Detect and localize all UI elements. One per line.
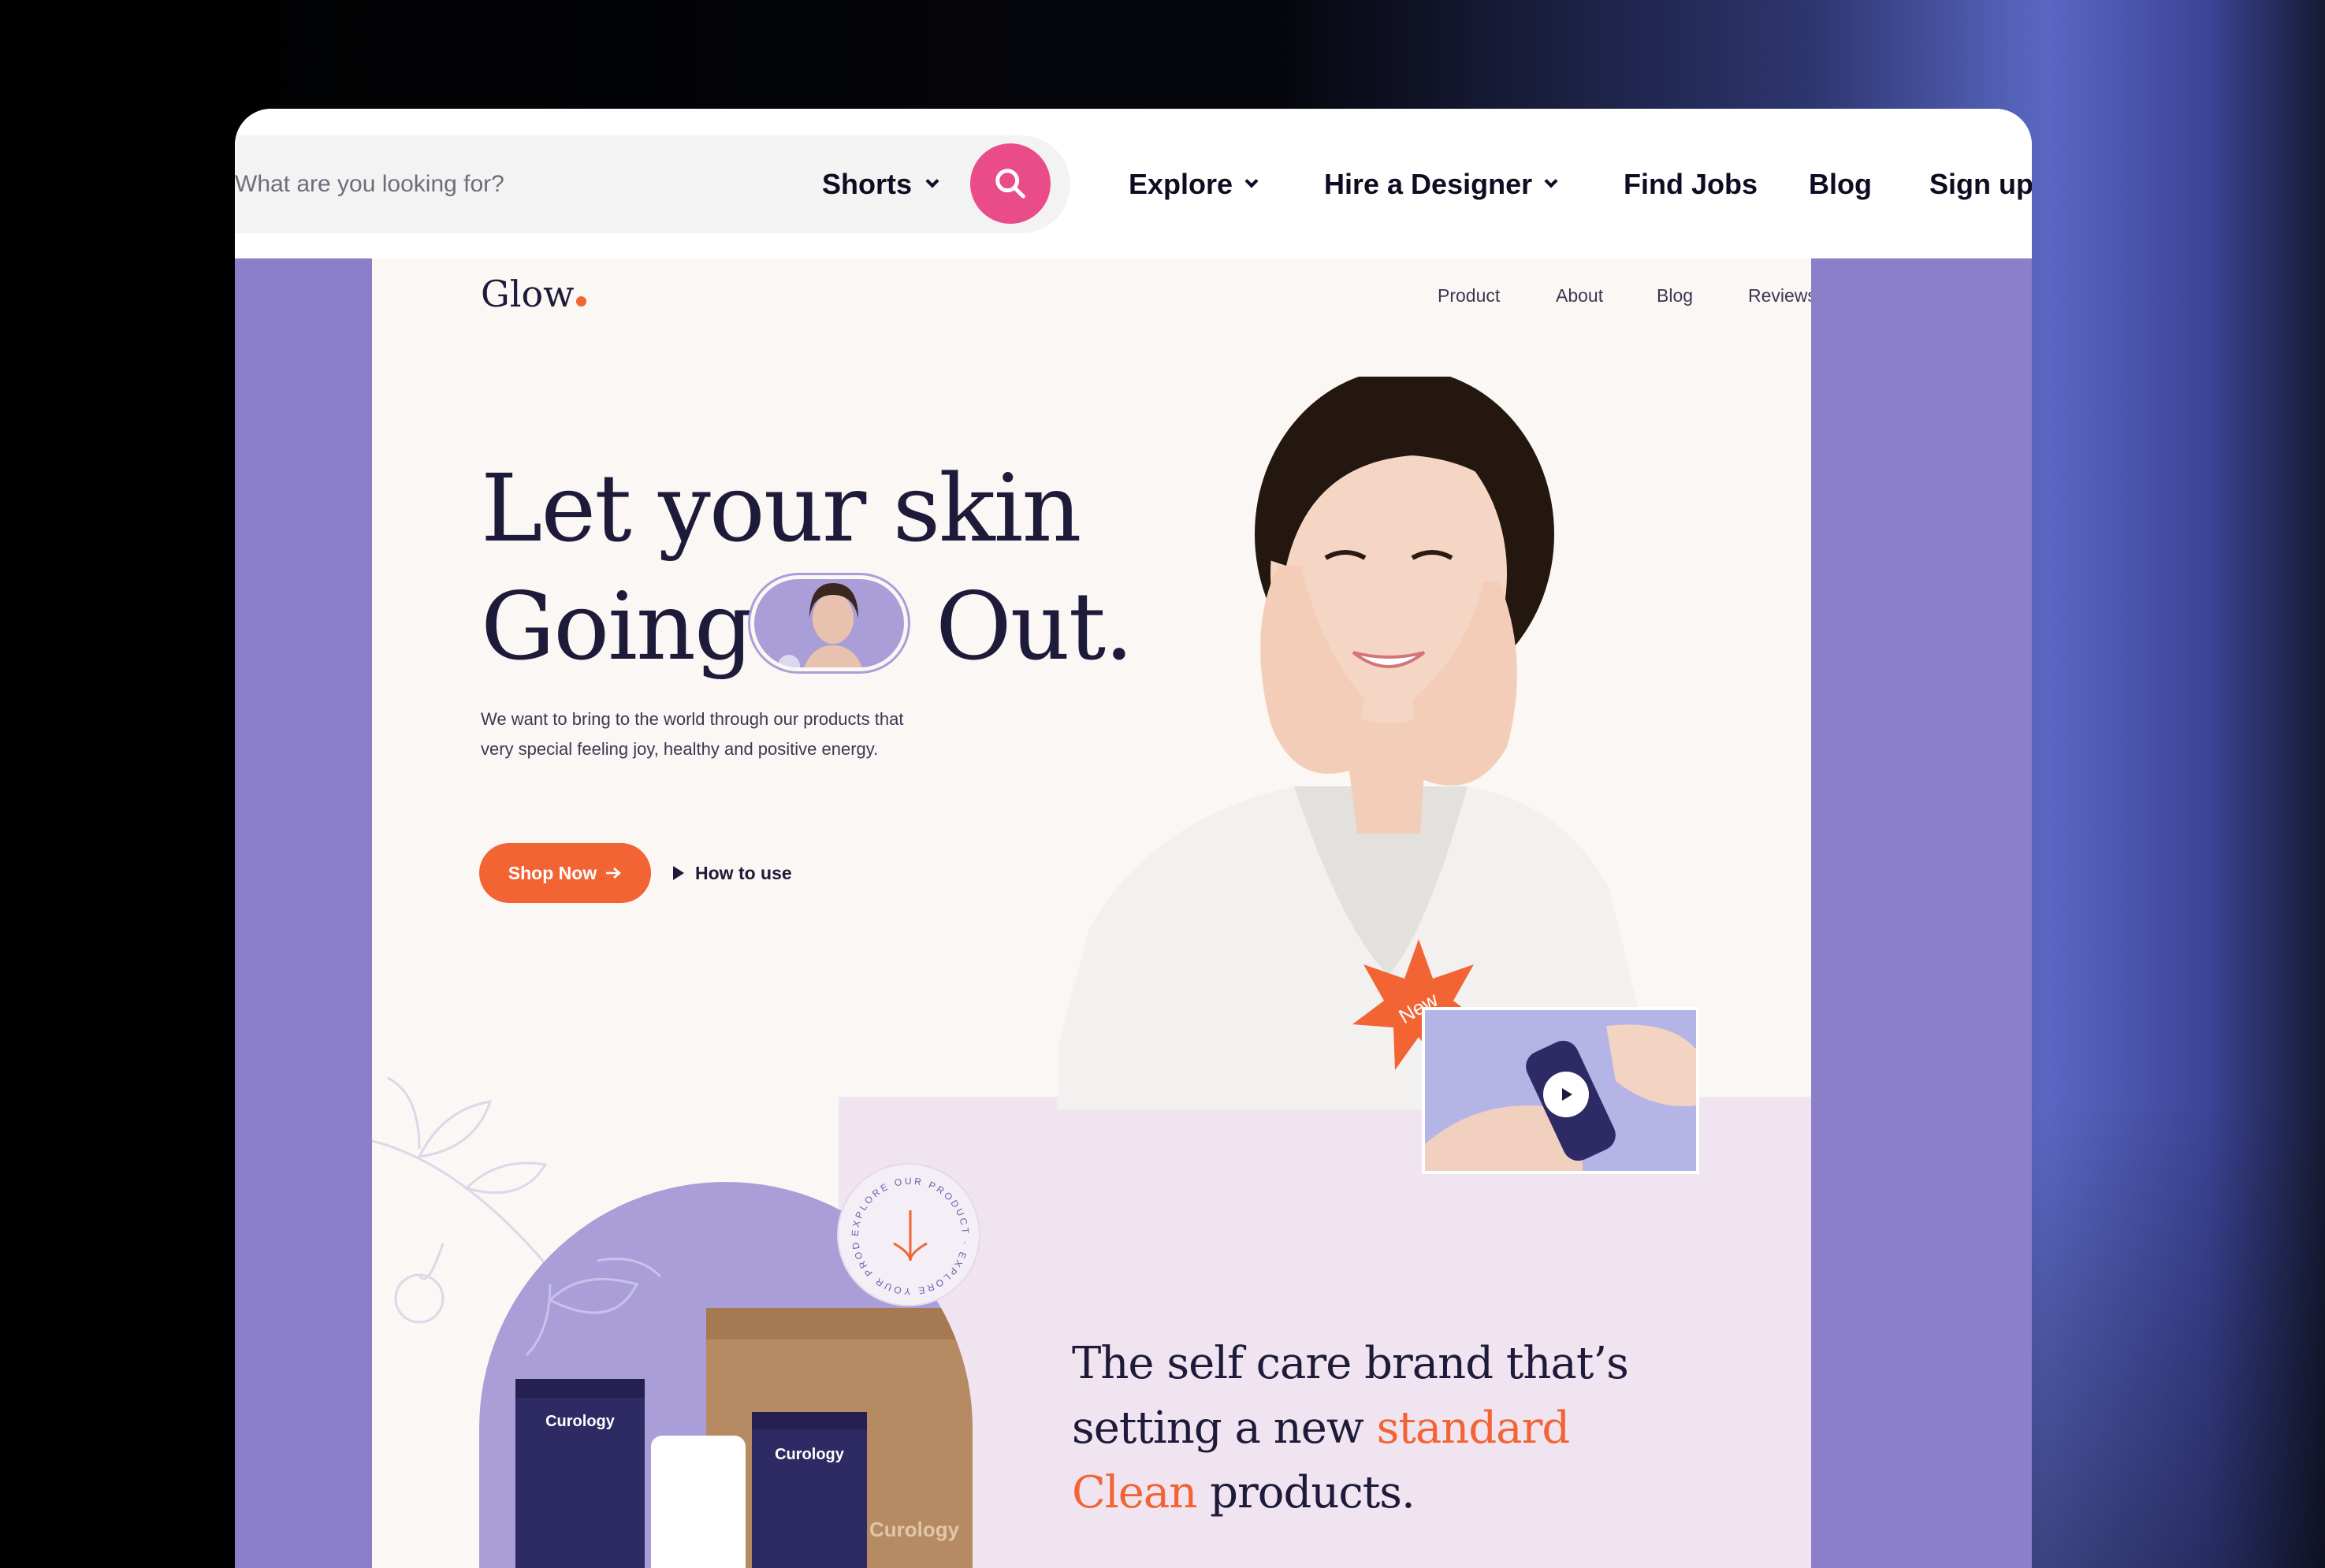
portrait-image — [778, 583, 862, 667]
search-button[interactable] — [970, 143, 1051, 224]
arrow-right-icon — [606, 868, 622, 879]
search-scope-dropdown[interactable]: Shorts — [822, 136, 939, 233]
nav-find-jobs-label: Find Jobs — [1624, 168, 1758, 200]
search-input[interactable] — [235, 136, 787, 233]
shop-now-label: Shop Now — [508, 862, 597, 883]
site-logo-text: Glow — [481, 273, 575, 315]
browser-card: Shorts Explore Hire a Designer Find Jobs… — [235, 109, 2032, 1568]
tagline-accent-clean: Clean — [1072, 1467, 1197, 1518]
hero-description: We want to bring to the world through ou… — [481, 709, 904, 759]
play-icon — [1562, 1088, 1572, 1101]
video-play-button[interactable] — [1543, 1072, 1589, 1117]
product-brand-label-3: Curology — [869, 1518, 960, 1541]
logo-dot — [575, 296, 586, 307]
nav-blog[interactable]: Blog — [1809, 136, 1872, 233]
product-video-thumbnail[interactable] — [1422, 1007, 1699, 1174]
brand-tagline: The self care brand that’s setting a new… — [1072, 1332, 1765, 1525]
how-to-use-link[interactable]: How to use — [673, 843, 792, 903]
nav-find-jobs[interactable]: Find Jobs — [1624, 136, 1758, 233]
nav-explore[interactable]: Explore — [1129, 136, 1259, 233]
site-nav-product[interactable]: Product — [1438, 285, 1500, 307]
tagline-accent-standard: standard — [1376, 1403, 1571, 1454]
chevron-down-icon — [1244, 174, 1259, 188]
explore-product-circle[interactable]: EXPLORE OUR PRODUCT · EXPLORE YOUR PRODU… — [834, 1156, 980, 1306]
site-nav-about[interactable]: About — [1556, 285, 1603, 307]
circle-badge-text: EXPLORE OUR PRODUCT · EXPLORE YOUR PRODU… — [834, 1156, 969, 1297]
nav-explore-label: Explore — [1129, 168, 1233, 200]
glow-landing-page: Glow Product About Blog Reviews 1 Let yo… — [372, 258, 1811, 1568]
nav-hire-designer[interactable]: Hire a Designer — [1324, 136, 1558, 233]
top-navigation-bar: Shorts Explore Hire a Designer Find Jobs… — [235, 109, 2032, 258]
nav-sign-up[interactable]: Sign up — [1929, 136, 2032, 233]
nav-hire-label: Hire a Designer — [1324, 168, 1533, 200]
how-to-use-label: How to use — [695, 862, 792, 883]
hero-headline-line1: Let your skin — [481, 454, 1082, 563]
product-brand-label-2: Curology — [775, 1446, 845, 1463]
chevron-down-icon — [925, 174, 939, 188]
hero-headline-going: Going — [481, 572, 754, 681]
svg-text:EXPLORE OUR PRODUCT · EXPLORE: EXPLORE OUR PRODUCT · EXPLORE YOUR PRODU… — [839, 1165, 971, 1297]
shot-preview: Glow Product About Blog Reviews 1 Let yo… — [235, 258, 2032, 1568]
site-logo[interactable]: Glow — [481, 273, 586, 315]
product-brand-label-1: Curology — [545, 1413, 616, 1430]
site-nav-blog[interactable]: Blog — [1657, 285, 1693, 307]
chevron-down-icon — [1544, 174, 1558, 188]
tagline-text-2: products. — [1196, 1467, 1415, 1518]
site-nav-reviews[interactable]: Reviews — [1748, 285, 1811, 307]
search-scope-label: Shorts — [822, 168, 913, 200]
search-bar: Shorts — [235, 136, 1070, 233]
headline-portrait-pill — [750, 575, 908, 671]
search-icon — [995, 169, 1025, 199]
nav-blog-label: Blog — [1809, 168, 1872, 200]
explore-circle-graphic: EXPLORE OUR PRODUCT · EXPLORE YOUR PRODU… — [834, 1156, 971, 1297]
nav-sign-up-label: Sign up — [1929, 168, 2032, 200]
play-icon — [673, 866, 684, 880]
shop-now-button[interactable]: Shop Now — [479, 843, 651, 903]
